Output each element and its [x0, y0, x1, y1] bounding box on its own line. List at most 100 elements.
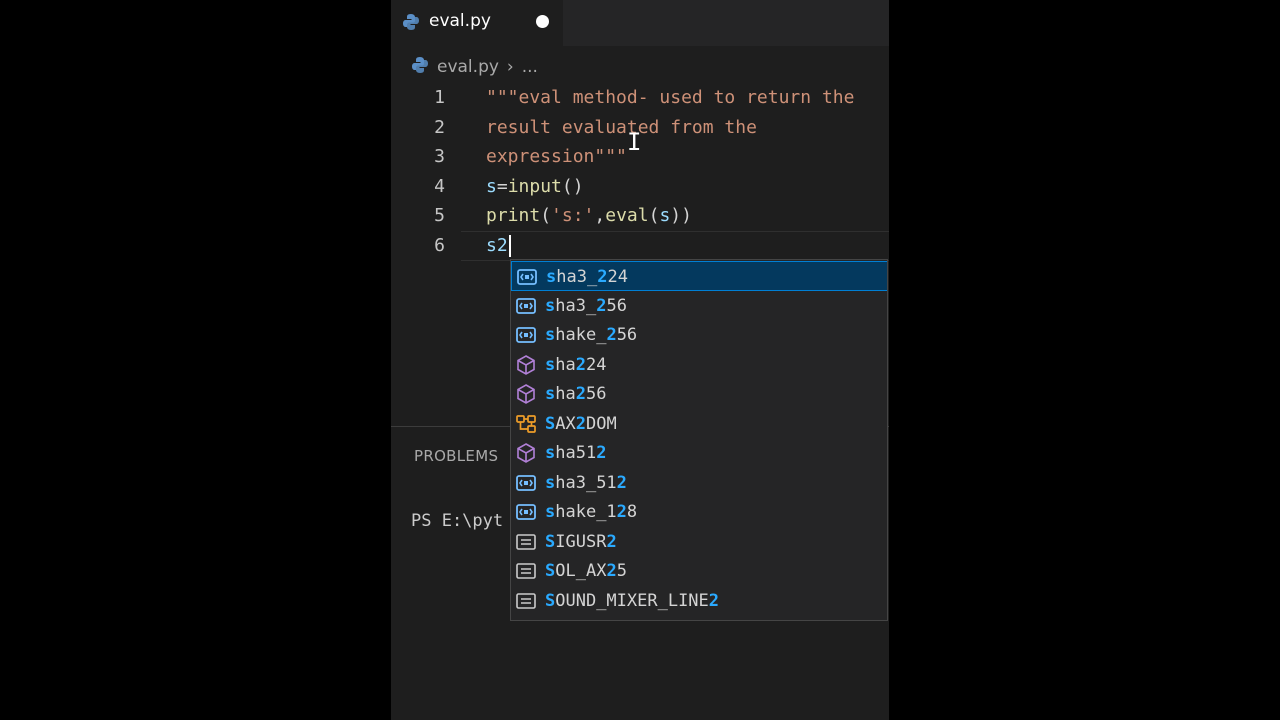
python-icon — [411, 56, 429, 79]
suggestion-widget: sha3_224 sha3_256 shake_256 sha224 sha256 SAX… — [510, 259, 888, 621]
line-text[interactable]: """eval method- used to return the — [486, 83, 854, 113]
label-segment: 2 — [616, 502, 627, 522]
code-token: = — [496, 175, 508, 197]
current-line-highlight — [461, 231, 889, 261]
label-segment: ha3_51 — [555, 472, 617, 493]
module-icon — [515, 383, 537, 405]
text-caret — [508, 235, 511, 257]
label-segment: s — [545, 443, 556, 463]
label-segment: s — [545, 472, 556, 493]
constant-icon — [515, 531, 537, 553]
terminal-output[interactable]: PS E:\pyt — [411, 511, 503, 531]
label-segment: ha — [555, 354, 576, 375]
code-token: """eval method- used to return the — [486, 87, 855, 108]
breadcrumb-more[interactable]: ... — [522, 57, 538, 77]
suggestion-item[interactable]: sha224 — [511, 350, 887, 380]
code-line[interactable]: 4 s=input() — [391, 172, 889, 202]
code-line[interactable]: 6 s2 — [391, 231, 889, 261]
tab-label: eval.py — [429, 11, 491, 31]
line-text[interactable]: expression""" — [486, 142, 627, 172]
label-segment: 56 — [606, 295, 627, 316]
code-token: expression""" — [486, 146, 627, 168]
label-segment: 2 — [606, 325, 617, 345]
suggestion-item[interactable]: SAX2DOM — [511, 409, 887, 439]
code-line[interactable]: 1 """eval method- used to return the — [391, 83, 889, 113]
unsaved-dot-icon[interactable] — [536, 15, 549, 28]
label-segment: s — [545, 295, 556, 316]
module-icon — [515, 442, 537, 464]
code-token: , — [594, 205, 606, 227]
chevron-right-icon: › — [506, 57, 514, 77]
label-segment: 2 — [575, 413, 586, 434]
line-text[interactable]: result evaluated from the — [486, 113, 757, 143]
label-segment: 56 — [616, 325, 638, 345]
variable-icon — [515, 472, 537, 494]
line-text[interactable]: s2 — [486, 231, 511, 261]
breadcrumb-file[interactable]: eval.py — [437, 57, 499, 77]
line-number: 5 — [434, 205, 445, 227]
suggestion-label: sha3_224 — [546, 262, 628, 292]
suggestion-item[interactable]: shake_128 — [511, 497, 887, 527]
code-token: 's:' — [551, 205, 595, 227]
class-icon — [515, 413, 537, 435]
code-token: print — [486, 205, 541, 227]
suggestion-item[interactable]: SIGUSR2 — [511, 527, 887, 557]
label-segment: 8 — [626, 502, 638, 522]
suggestion-item[interactable]: shake_256 — [511, 320, 887, 350]
label-segment: ha3_ — [556, 267, 598, 287]
line-text[interactable]: s=input() — [486, 172, 584, 202]
suggestion-label: SOUND_MIXER_LINE2 — [545, 586, 719, 616]
label-segment: S — [545, 561, 556, 581]
suggestion-item[interactable]: sha3_256 — [511, 291, 887, 321]
suggestion-label: shake_128 — [545, 497, 637, 527]
text-cursor-icon: I — [627, 128, 642, 156]
constant-icon — [515, 560, 537, 582]
tab-eval-py[interactable]: eval.py — [391, 0, 563, 46]
suggestion-label: sha256 — [545, 379, 606, 409]
label-segment: 24 — [607, 267, 628, 287]
suggestion-item[interactable]: sha3_224 — [511, 261, 887, 292]
label-segment: 24 — [585, 354, 607, 375]
code-token: s2 — [486, 235, 508, 256]
label-segment: 2 — [597, 267, 608, 287]
label-segment: 5 — [616, 561, 627, 581]
label-segment: 2 — [616, 472, 627, 493]
label-segment: ha51 — [555, 443, 597, 463]
suggestion-item[interactable]: SOL_AX25 — [511, 556, 887, 586]
tab-problems[interactable]: PROBLEMS — [414, 447, 498, 465]
python-icon — [402, 13, 420, 35]
label-segment: 2 — [596, 443, 607, 463]
label-segment: s — [545, 384, 556, 404]
code-token: ( — [648, 205, 660, 227]
label-segment: 2 — [708, 590, 720, 611]
code-token: input — [507, 175, 562, 197]
label-segment: 2 — [606, 531, 617, 552]
label-segment: 2 — [575, 384, 586, 404]
line-text[interactable]: print('s:',eval(s)) — [486, 201, 692, 231]
variable-icon — [515, 501, 537, 523]
label-segment: OL_AX — [555, 561, 607, 581]
label-segment: 2 — [596, 295, 607, 316]
code-token: s — [659, 205, 671, 227]
label-segment: S — [545, 413, 556, 434]
label-segment: 56 — [585, 384, 607, 404]
suggestion-label: sha3_512 — [545, 468, 627, 498]
label-segment: DOM — [585, 413, 617, 434]
label-segment: s — [545, 325, 556, 345]
code-token: ( — [540, 205, 552, 227]
code-token: s — [486, 175, 497, 197]
code-token: eval — [605, 205, 649, 227]
suggestion-item[interactable]: SOUND_MIXER_LINE2 — [511, 586, 887, 616]
suggestion-item[interactable]: sha512 — [511, 438, 887, 468]
label-segment: ha — [555, 384, 576, 404]
label-segment: ha3_ — [555, 295, 597, 316]
code-line[interactable]: 5 print('s:',eval(s)) — [391, 201, 889, 231]
suggestion-item[interactable]: sha256 — [511, 379, 887, 409]
variable-icon — [516, 266, 538, 288]
suggestion-item[interactable]: sha3_512 — [511, 468, 887, 498]
code-token: result evaluated from the — [486, 116, 757, 138]
tab-bar: eval.py — [391, 0, 889, 46]
label-segment: hake_1 — [555, 502, 617, 522]
label-segment: 2 — [575, 354, 586, 375]
constant-icon — [515, 590, 537, 612]
